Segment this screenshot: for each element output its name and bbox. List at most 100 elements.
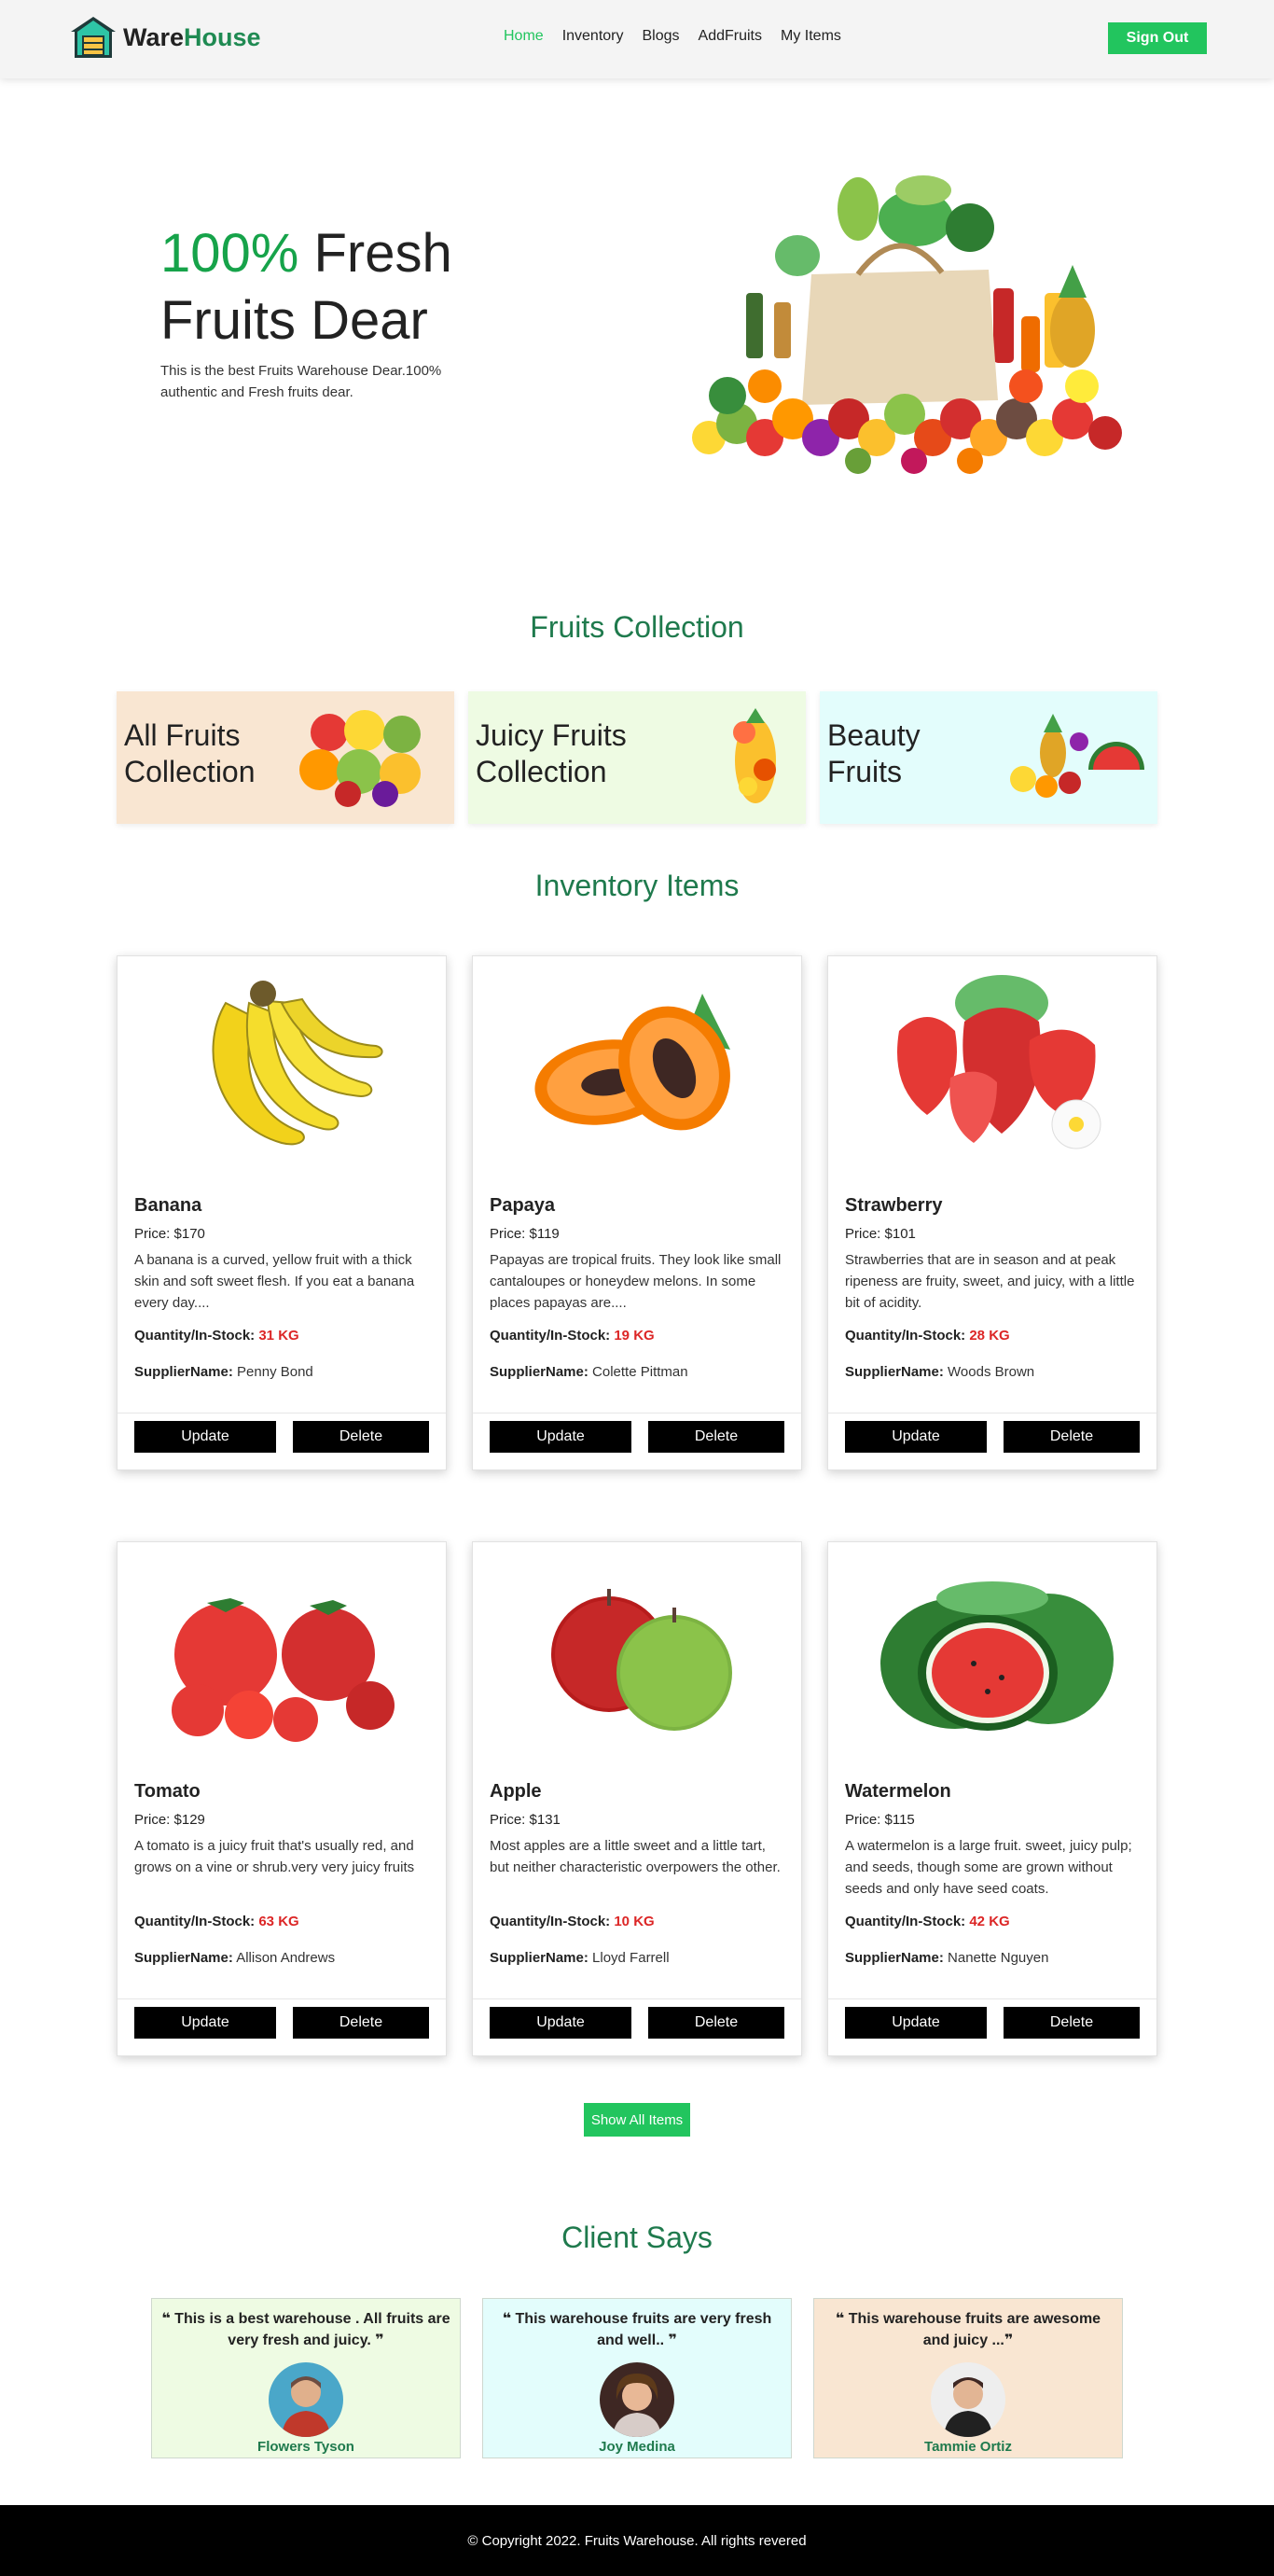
item-name: Apple (490, 1781, 542, 1802)
item-description: A tomato is a juicy fruit that's usually… (134, 1838, 415, 1875)
delete-button[interactable]: Delete (1004, 2007, 1140, 2039)
item-name: Papaya (490, 1195, 556, 1216)
sign-out-button[interactable]: Sign Out (1108, 22, 1207, 54)
fruit-platter-image (299, 710, 421, 807)
brand-name: WareHouse (123, 22, 261, 51)
testimonial-name: Flowers Tyson (257, 2439, 354, 2455)
inventory-grid: Banana Price: $170 A banana is a curved,… (117, 955, 1157, 2056)
inventory-item-card: Apple Price: $131 Most apples are a litt… (472, 1541, 802, 2056)
item-name: Watermelon (845, 1781, 951, 1802)
hero-subtitle: This is the best Fruits Warehouse Dear.1… (160, 363, 442, 400)
update-button[interactable]: Update (134, 2007, 276, 2039)
item-actions: Update Delete (118, 1413, 446, 1460)
nav-blogs[interactable]: Blogs (643, 28, 680, 45)
footer: © Copyright 2022. Fruits Warehouse. All … (0, 2505, 1274, 2576)
nav-home[interactable]: Home (504, 28, 544, 45)
watermelon-image (828, 1542, 1156, 1766)
banana-image (118, 956, 446, 1180)
update-button[interactable]: Update (490, 2007, 631, 2039)
item-body: Strawberry Price: $101 Strawberries that… (828, 1180, 1156, 1413)
inventory-item-card: Papaya Price: $119 Papayas are tropical … (472, 955, 802, 1470)
testimonial-quote: ❝ This is a best warehouse . All fruits … (161, 2311, 450, 2348)
item-supplier: SupplierName: Colette Pittman (490, 1364, 688, 1380)
warehouse-icon (71, 17, 116, 58)
avatar (931, 2362, 1005, 2437)
testimonial-quote: ❝ This warehouse fruits are very fresh a… (502, 2311, 772, 2348)
item-supplier: SupplierName: Woods Brown (845, 1364, 1035, 1380)
show-all-wrap: Show All Items (0, 2103, 1274, 2137)
item-body: Papaya Price: $119 Papayas are tropical … (473, 1180, 801, 1413)
item-price: Price: $101 (845, 1226, 916, 1242)
item-supplier: SupplierName: Nanette Nguyen (845, 1950, 1049, 1966)
item-body: Banana Price: $170 A banana is a curved,… (118, 1180, 446, 1413)
delete-button[interactable]: Delete (293, 2007, 429, 2039)
inventory-item-card: Strawberry Price: $101 Strawberries that… (827, 955, 1157, 1470)
item-name: Banana (134, 1195, 202, 1216)
grocery-bag-image (692, 175, 1122, 474)
update-button[interactable]: Update (845, 1421, 987, 1453)
update-button[interactable]: Update (490, 1421, 631, 1453)
item-description: A watermelon is a large fruit. sweet, ju… (845, 1838, 1132, 1897)
delete-button[interactable]: Delete (1004, 1421, 1140, 1453)
item-body: Watermelon Price: $115 A watermelon is a… (828, 1766, 1156, 1999)
item-price: Price: $170 (134, 1226, 205, 1242)
collection-card-title: Juicy Fruits Collection (476, 718, 627, 788)
collection-card-title: All Fruits Collection (124, 718, 256, 788)
testimonial-card: ❝ This warehouse fruits are awesome and … (813, 2298, 1123, 2458)
item-supplier: SupplierName: Penny Bond (134, 1364, 313, 1380)
item-name: Tomato (134, 1781, 201, 1802)
inventory-item-card: Tomato Price: $129 A tomato is a juicy f… (117, 1541, 447, 2056)
item-price: Price: $131 (490, 1812, 561, 1828)
testimonial-card: ❝ This is a best warehouse . All fruits … (151, 2298, 461, 2458)
update-button[interactable]: Update (845, 2007, 987, 2039)
item-supplier: SupplierName: Lloyd Farrell (490, 1950, 670, 1966)
delete-button[interactable]: Delete (648, 1421, 784, 1453)
item-quantity: Quantity/In-Stock: 63 KG (134, 1914, 299, 1929)
avatar (600, 2362, 674, 2437)
item-actions: Update Delete (828, 1999, 1156, 2046)
nav-inventory[interactable]: Inventory (562, 28, 624, 45)
item-description: Papayas are tropical fruits. They look l… (490, 1252, 782, 1311)
collection-card-beauty-fruits[interactable]: Beauty Fruits (820, 691, 1157, 824)
fruits-collection-title: Fruits Collection (530, 610, 744, 644)
update-button[interactable]: Update (134, 1421, 276, 1453)
nav-links: Home Inventory Blogs AddFruits My Items (504, 28, 860, 45)
delete-button[interactable]: Delete (293, 1421, 429, 1453)
tomato-image (118, 1542, 446, 1766)
item-body: Apple Price: $131 Most apples are a litt… (473, 1766, 801, 1999)
item-name: Strawberry (845, 1195, 943, 1216)
item-price: Price: $115 (845, 1812, 915, 1828)
item-body: Tomato Price: $129 A tomato is a juicy f… (118, 1766, 446, 1999)
hero-section: 100% Fresh Fruits Dear This is the best F… (0, 78, 1274, 545)
navbar: WareHouse Home Inventory Blogs AddFruits… (0, 0, 1274, 78)
nav-addfruits[interactable]: AddFruits (699, 28, 762, 45)
beauty-fruits-image (1010, 714, 1144, 798)
inventory-item-card: Banana Price: $170 A banana is a curved,… (117, 955, 447, 1470)
papaya-image (473, 956, 801, 1180)
collection-cards: All Fruits Collection Juicy Fruits Collect… (117, 691, 1157, 824)
item-actions: Update Delete (828, 1413, 1156, 1460)
brand-logo[interactable]: WareHouse (69, 15, 261, 60)
testimonial-quote: ❝ This warehouse fruits are awesome and … (835, 2311, 1101, 2348)
collection-card-juicy-fruits[interactable]: Juicy Fruits Collection (468, 691, 806, 824)
delete-button[interactable]: Delete (648, 2007, 784, 2039)
item-price: Price: $129 (134, 1812, 205, 1828)
testimonial-name: Joy Medina (599, 2439, 675, 2455)
item-quantity: Quantity/In-Stock: 31 KG (134, 1328, 299, 1344)
item-description: Strawberries that are in season and at p… (845, 1252, 1135, 1311)
item-actions: Update Delete (473, 1413, 801, 1460)
strawberry-image (828, 956, 1156, 1180)
show-all-items-button[interactable]: Show All Items (583, 2103, 691, 2137)
item-quantity: Quantity/In-Stock: 10 KG (490, 1914, 655, 1929)
client-testimonials: ❝ This is a best warehouse . All fruits … (151, 2298, 1123, 2458)
inventory-item-card: Watermelon Price: $115 A watermelon is a… (827, 1541, 1157, 2056)
item-price: Price: $119 (490, 1226, 560, 1242)
client-says-title: Client Says (561, 2221, 713, 2254)
nav-my-items[interactable]: My Items (781, 28, 841, 45)
apple-image (473, 1542, 801, 1766)
item-quantity: Quantity/In-Stock: 19 KG (490, 1328, 655, 1344)
collection-card-all-fruits[interactable]: All Fruits Collection (117, 691, 454, 824)
item-quantity: Quantity/In-Stock: 28 KG (845, 1328, 1010, 1344)
item-supplier: SupplierName: Allison Andrews (134, 1950, 336, 1966)
item-description: Most apples are a little sweet and a lit… (490, 1838, 781, 1875)
